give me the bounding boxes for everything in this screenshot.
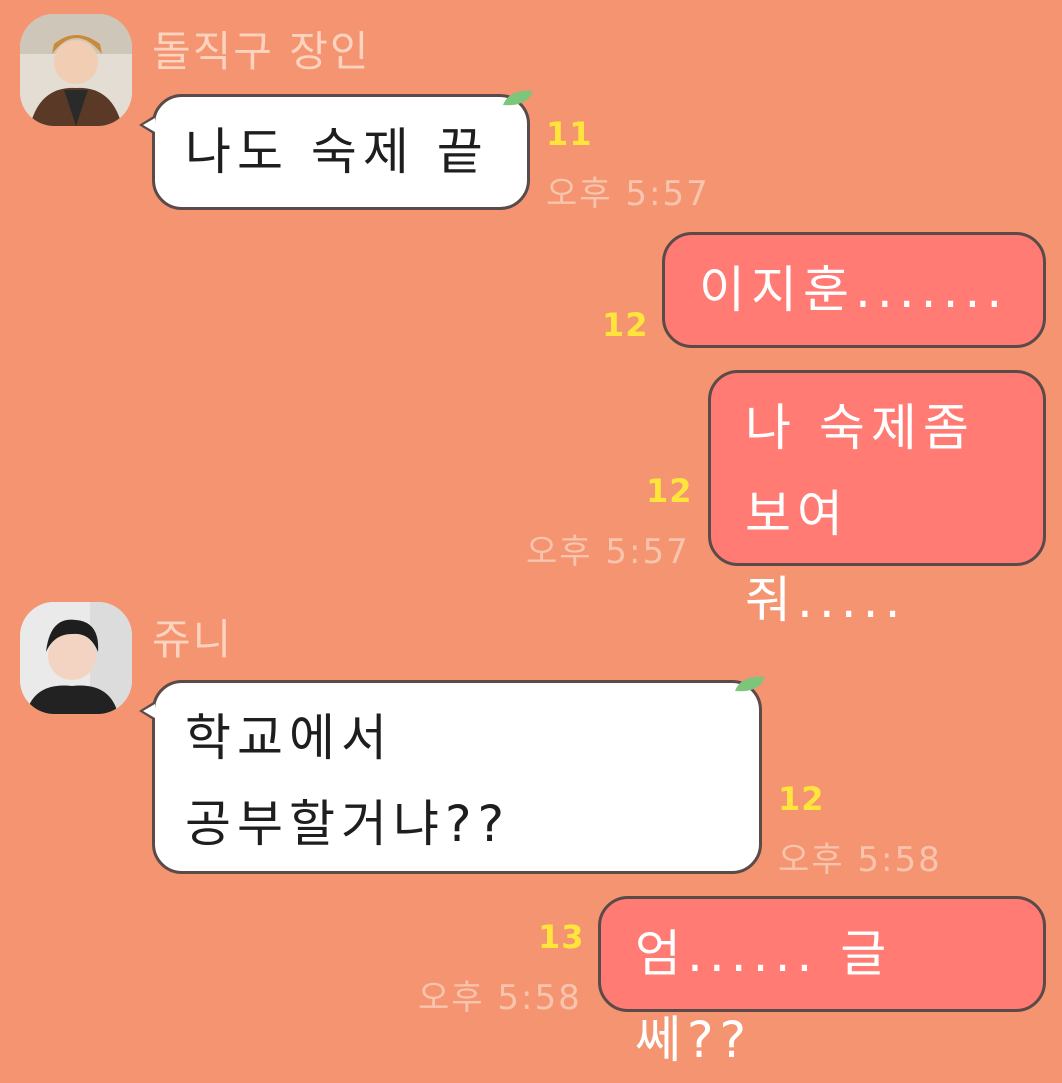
bubble-tail	[139, 115, 155, 135]
avatar-photo-icon	[20, 14, 132, 126]
unread-count: 12	[778, 780, 825, 818]
timestamp: 오후 5:57	[526, 532, 690, 572]
message-text-line: 나 숙제좀	[745, 399, 975, 457]
message-bubble[interactable]: 나 숙제좀 보여줘.....	[708, 370, 1046, 629]
timestamp: 오후 5:58	[418, 978, 582, 1018]
avatar-photo-icon	[20, 602, 132, 714]
message-text: 엄...... 글쎄??	[635, 925, 893, 1069]
bubble-tail	[139, 701, 155, 721]
message-bubble[interactable]: 이지훈.......	[662, 232, 1046, 348]
avatar[interactable]	[20, 602, 132, 714]
message-text: 이지훈.......	[699, 261, 1009, 319]
timestamp: 오후 5:58	[778, 840, 942, 880]
unread-count: 13	[538, 918, 585, 956]
unread-count: 12	[602, 306, 649, 344]
message-text-line: 공부할거냐??	[185, 795, 511, 853]
message-bubble[interactable]: 엄...... 글쎄??	[598, 896, 1046, 1069]
leaf-icon	[503, 90, 533, 106]
leaf-icon	[735, 676, 765, 692]
message-text-line: 보여줘.....	[745, 485, 907, 629]
message-text: 나도 숙제 끝	[185, 123, 489, 181]
unread-count: 11	[546, 115, 593, 153]
unread-count: 12	[646, 472, 693, 510]
avatar[interactable]	[20, 14, 132, 126]
sender-name: 돌직구 장인	[152, 27, 371, 76]
timestamp: 오후 5:57	[546, 174, 710, 214]
message-bubble[interactable]: 학교에서 공부할거냐??	[139, 676, 765, 874]
message-text-line: 학교에서	[185, 709, 393, 767]
sender-name: 쥬니	[152, 615, 234, 664]
message-bubble[interactable]: 나도 숙제 끝	[139, 90, 533, 210]
